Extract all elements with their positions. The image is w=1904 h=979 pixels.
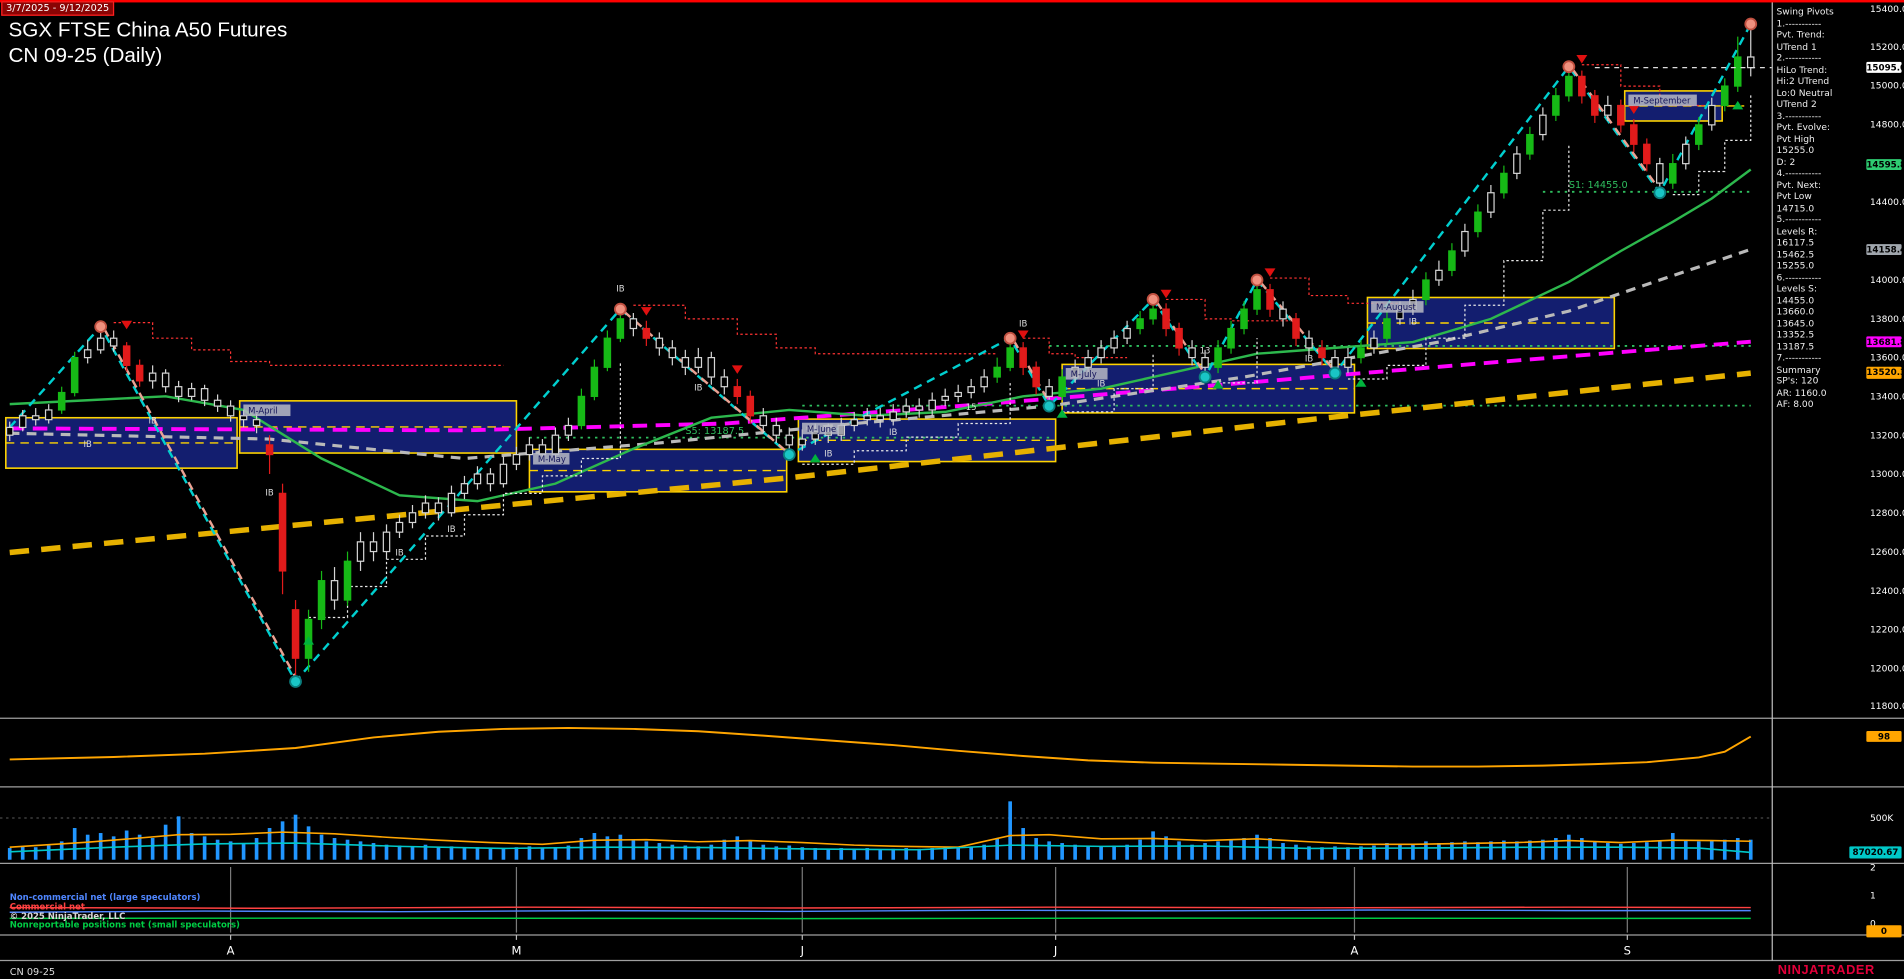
svg-text:S5: 13187.5: S5: 13187.5 — [685, 426, 744, 437]
svg-text:M-June: M-June — [807, 425, 836, 435]
svg-text:IB: IB — [694, 384, 703, 394]
swing-pivots-line: 14455.0 — [1776, 294, 1866, 306]
svg-text:IB: IB — [265, 488, 274, 498]
swing-pivots-line: Pvt. Evolve: — [1776, 121, 1866, 133]
swing-pivots-line: 6.----------- — [1776, 271, 1866, 283]
swing-pivots-panel: Swing Pivots1.-----------Pvt. Trend:UTre… — [1776, 6, 1866, 410]
swing-pivots-line: Lo:0 Neutral — [1776, 87, 1866, 99]
swing-pivots-line: UTrend 2 — [1776, 98, 1866, 110]
swing-pivots-line: Pvt. Next: — [1776, 179, 1866, 191]
title-contract: CN 09-25 (Daily) — [8, 42, 287, 67]
svg-text:IB: IB — [1409, 318, 1418, 328]
cot-legend-item: Commercial net — [10, 902, 85, 912]
swing-pivots-line: 2.----------- — [1776, 52, 1866, 64]
swing-pivots-line: 15255.0 — [1776, 144, 1866, 156]
swing-pivots-line: 3.----------- — [1776, 110, 1866, 122]
cot-legend-item: © 2025 NinjaTrader, LLC — [10, 911, 126, 921]
svg-text:13: 13 — [1200, 347, 1211, 357]
swing-pivots-line: HiLo Trend: — [1776, 64, 1866, 76]
svg-text:IB: IB — [1305, 354, 1314, 364]
candles — [7, 24, 1754, 681]
swing-pivots-line: 16117.5 — [1776, 237, 1866, 249]
swing-pivots-line: Hi:2 UTrend — [1776, 75, 1866, 87]
swing-pivots-line: Levels S: — [1776, 283, 1866, 295]
swing-pivots-line: 13660.0 — [1776, 306, 1866, 318]
svg-text:IB: IB — [824, 450, 833, 460]
window-accent-line — [0, 0, 1904, 2]
swing-pivots-line: Levels R: — [1776, 225, 1866, 237]
svg-text:IB: IB — [616, 285, 625, 295]
swing-pivots-line: 15462.5 — [1776, 248, 1866, 260]
cot-legend-item: Non-commercial net (large speculators) — [10, 892, 201, 902]
swing-zigzag[interactable] — [10, 24, 1751, 684]
svg-text:A: A — [1351, 943, 1359, 957]
swing-pivots-line: D: 2 — [1776, 156, 1866, 168]
svg-text:IB: IB — [148, 417, 157, 427]
svg-text:IB: IB — [84, 440, 93, 450]
swing-pivots-line: 4.----------- — [1776, 168, 1866, 180]
svg-text:M-September: M-September — [1633, 97, 1691, 107]
svg-text:IB: IB — [889, 428, 898, 438]
swing-pivots-line: 5.----------- — [1776, 214, 1866, 226]
svg-text:IB: IB — [447, 525, 456, 535]
cot-legend-item: Nonreportable positions net (small specu… — [10, 921, 240, 931]
volume-panel — [0, 801, 1772, 859]
swing-pivots-line: 13352.5 — [1776, 329, 1866, 341]
swing-pivots-line: Swing Pivots — [1776, 6, 1866, 18]
date-range-label: 3/7/2025 - 9/12/2025 — [1, 1, 114, 16]
swing-pivots-line: 1.----------- — [1776, 18, 1866, 30]
svg-text:IB: IB — [1019, 320, 1028, 330]
svg-text:S1: 14455.0: S1: 14455.0 — [1569, 180, 1628, 191]
svg-text:M-April: M-April — [248, 407, 278, 417]
swing-pivots-line: Pvt Low — [1776, 191, 1866, 203]
svg-text:M-July: M-July — [1071, 370, 1097, 380]
swing-pivots-line: AF: 8.00 — [1776, 398, 1866, 410]
month-boxes[interactable] — [6, 91, 1744, 492]
svg-text:J: J — [800, 943, 804, 957]
swing-pivots-line: 14715.0 — [1776, 202, 1866, 214]
swing-pivots-line: UTrend 1 — [1776, 41, 1866, 53]
chart-title: SGX FTSE China A50 Futures CN 09-25 (Dai… — [8, 17, 287, 68]
svg-text:M-May: M-May — [538, 455, 566, 465]
swing-pivots-line: Pvt. Trend: — [1776, 29, 1866, 41]
oscillator-panel — [10, 728, 1751, 767]
swing-pivots-line: 15255.0 — [1776, 260, 1866, 272]
svg-text:M-August: M-August — [1376, 303, 1417, 313]
swing-pivots-line: Pvt High — [1776, 133, 1866, 145]
title-instrument: SGX FTSE China A50 Futures — [8, 17, 287, 42]
cot-panel — [10, 867, 1751, 933]
chart-plot-area[interactable]: S5: 13187.5 S1: 14455.0 IB IB IB IB IB IB IB IB IB… — [0, 0, 1904, 979]
svg-text:15: 15 — [966, 403, 977, 413]
time-axis[interactable]: AMJJAS — [227, 935, 1631, 957]
swing-pivots-line: 7.----------- — [1776, 352, 1866, 364]
panel-separators — [0, 0, 1904, 960]
instrument-tab[interactable]: CN 09-25 — [10, 967, 55, 978]
svg-text:J: J — [1053, 943, 1057, 957]
swing-pivots-line: 13187.5 — [1776, 341, 1866, 353]
ninjatrader-logo: NINJATRADER — [1778, 963, 1875, 978]
swing-pivots-line: 13645.0 — [1776, 318, 1866, 330]
chart-window: S5: 13187.5 S1: 14455.0 IB IB IB IB IB IB IB IB IB… — [0, 0, 1904, 979]
swing-pivots-line: SP's: 120 — [1776, 375, 1866, 387]
svg-text:M: M — [511, 943, 521, 957]
svg-text:IB: IB — [1097, 380, 1106, 390]
swing-pivots-line: Summary — [1776, 364, 1866, 376]
svg-text:S: S — [1624, 943, 1631, 957]
swing-pivots-line: AR: 1160.0 — [1776, 387, 1866, 399]
svg-text:IB: IB — [395, 548, 404, 558]
bottom-bar: CN 09-25 NINJATRADER — [0, 962, 1904, 979]
svg-text:A: A — [227, 943, 235, 957]
